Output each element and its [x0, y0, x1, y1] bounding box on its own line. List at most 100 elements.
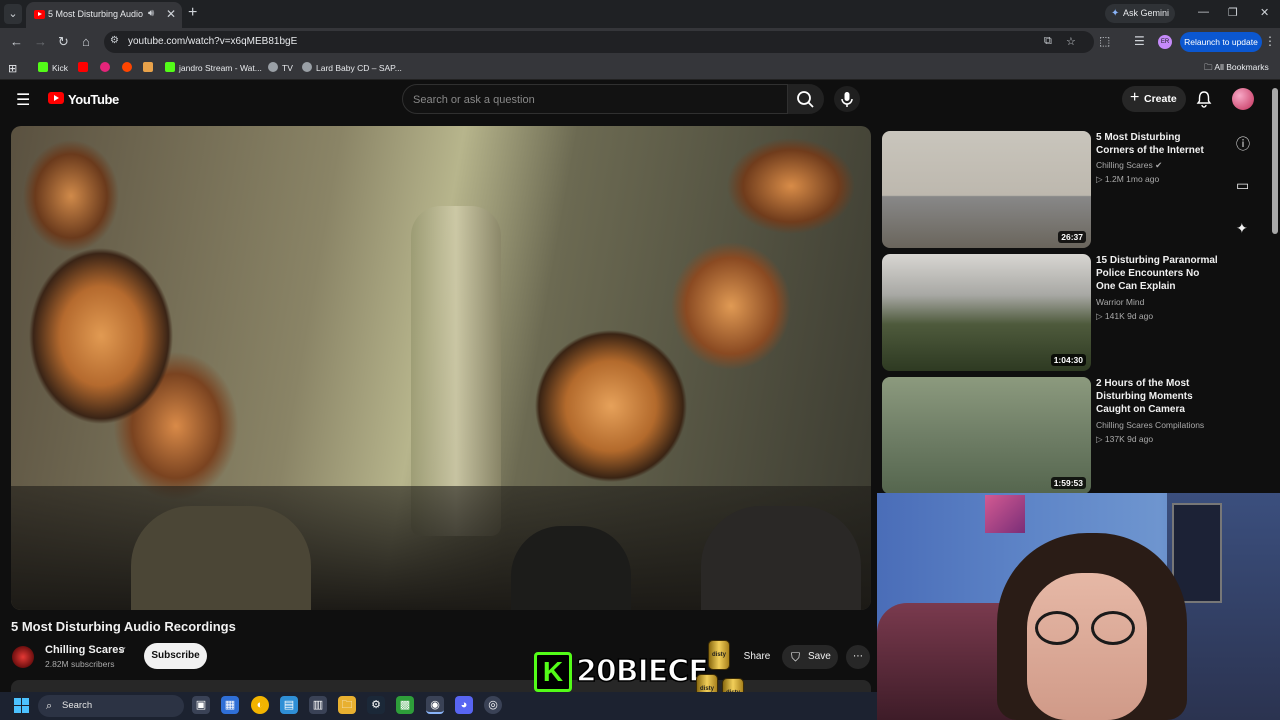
- kick-username: 20BIECE: [575, 653, 709, 690]
- play-icon: ▷: [1096, 434, 1105, 444]
- window-close-icon[interactable]: ✕: [1260, 6, 1269, 19]
- video-duration: 26:37: [1058, 231, 1086, 243]
- obs-icon[interactable]: ◎: [484, 696, 502, 714]
- recommendation-title[interactable]: 5 Most Disturbing Corners of the Interne…: [1096, 131, 1220, 157]
- profile-avatar[interactable]: ER: [1158, 35, 1172, 49]
- chat-icon[interactable]: ▭: [1236, 177, 1249, 194]
- recommendation-card[interactable]: 26:37 5 Most Disturbing Corners of the I…: [882, 131, 1222, 249]
- calculator-icon[interactable]: ▥: [309, 696, 327, 714]
- address-bar[interactable]: ⚙ youtube.com/watch?v=x6qMEB81bgE ⧉ ☆: [104, 31, 1094, 53]
- speaker-icon[interactable]: 🔊︎: [148, 8, 154, 19]
- ask-gemini-label: Ask Gemini: [1123, 8, 1170, 18]
- steam-icon[interactable]: ⚙: [367, 696, 385, 714]
- bookmark-site[interactable]: [143, 62, 157, 73]
- extensions-icon[interactable]: ⬚: [1099, 34, 1110, 48]
- folder-icon: 🗀︎: [1204, 62, 1215, 72]
- video-duration: 1:04:30: [1050, 354, 1086, 366]
- home-icon[interactable]: ⌂: [82, 34, 90, 49]
- video-frame-person: [131, 506, 311, 610]
- minimize-icon[interactable]: —: [1198, 6, 1209, 18]
- subscribe-button[interactable]: Subscribe: [144, 643, 207, 669]
- video-thumbnail[interactable]: 1:59:53: [882, 377, 1091, 494]
- windows-start-icon[interactable]: [14, 698, 29, 713]
- task-view-icon[interactable]: ▣: [192, 696, 210, 714]
- recommendation-title[interactable]: 15 Disturbing Paranormal Police Encounte…: [1096, 254, 1220, 293]
- media-controls-icon[interactable]: ☰: [1134, 34, 1145, 48]
- file-explorer-icon[interactable]: 🗀︎: [338, 696, 356, 714]
- info-icon[interactable]: ⓘ: [1236, 134, 1250, 154]
- channel-avatar[interactable]: [12, 646, 34, 668]
- recommendation-card[interactable]: 1:04:30 15 Disturbing Paranormal Police …: [882, 254, 1222, 372]
- search-icon: ⌕: [46, 700, 53, 712]
- more-actions-icon[interactable]: ⋯: [846, 645, 870, 669]
- minecraft-icon[interactable]: ▩: [396, 696, 414, 714]
- recommendation-channel[interactable]: Warrior Mind: [1096, 297, 1144, 307]
- reload-icon[interactable]: ↻: [58, 34, 69, 50]
- active-tab[interactable]: 5 Most Disturbing Audio Re 🔊︎ ✕: [26, 2, 182, 28]
- save-button[interactable]: ⛉ Save: [782, 645, 838, 669]
- globe-icon: [302, 62, 312, 72]
- video-thumbnail[interactable]: 1:04:30: [882, 254, 1091, 371]
- webcam-streamer-face: [1027, 573, 1147, 720]
- voice-search-button[interactable]: [834, 86, 860, 112]
- reddit-icon: [122, 62, 132, 72]
- bookmark-label: jandro Stream - Wat...: [179, 63, 262, 73]
- channel-label: Chilling Scares: [1096, 160, 1153, 170]
- chrome-icon[interactable]: ◉: [426, 696, 444, 714]
- create-button[interactable]: + Create: [1122, 86, 1186, 112]
- bookmark-tv[interactable]: TV: [268, 62, 293, 73]
- all-bookmarks[interactable]: 🗀︎ All Bookmarks: [1204, 62, 1269, 76]
- widgets-icon[interactable]: ▦: [221, 696, 239, 714]
- sparkle-icon[interactable]: ✦: [1236, 220, 1248, 237]
- recommendation-channel[interactable]: Chilling Scares ✔: [1096, 160, 1162, 171]
- discord-icon[interactable]: ◕: [455, 696, 473, 714]
- bookmark-kick[interactable]: Kick: [38, 62, 68, 73]
- kick-logo-icon: [165, 62, 175, 72]
- video-thumbnail[interactable]: 26:37: [882, 131, 1091, 248]
- ask-gemini-button[interactable]: ✦ Ask Gemini: [1105, 4, 1175, 23]
- pinterest-icon: [100, 62, 110, 72]
- tab-close-icon[interactable]: ✕: [166, 7, 176, 21]
- recommendation-card[interactable]: 1:59:53 2 Hours of the Most Disturbing M…: [882, 377, 1222, 495]
- url-text[interactable]: youtube.com/watch?v=x6qMEB81bgE: [128, 36, 297, 47]
- photos-icon[interactable]: ▤: [280, 696, 298, 714]
- search-input[interactable]: [413, 91, 773, 109]
- notifications-bell-icon[interactable]: [1196, 90, 1212, 111]
- recommendation-meta: ▷ 137K 9d ago: [1096, 434, 1153, 445]
- kick-logo-icon: K: [534, 652, 572, 692]
- forward-arrow-icon[interactable]: →: [34, 34, 47, 49]
- bookmark-reddit[interactable]: [122, 62, 136, 73]
- bookmark-pinterest[interactable]: [100, 62, 114, 73]
- bookmark-star-icon[interactable]: ☆: [1066, 35, 1076, 48]
- recommendation-channel[interactable]: Chilling Scares Compilations: [1096, 420, 1204, 430]
- relaunch-button[interactable]: Relaunch to update: [1180, 32, 1262, 52]
- site-info-icon[interactable]: ⚙: [110, 35, 119, 46]
- chrome-menu-icon[interactable]: ⋮: [1264, 34, 1276, 48]
- tab-search-chevron-down-icon[interactable]: ⌄: [4, 4, 22, 24]
- taskbar-search-label: Search: [62, 700, 93, 711]
- bookmark-youtube[interactable]: [78, 62, 92, 73]
- youtube-favicon-icon: [34, 10, 45, 19]
- video-frame-person: [511, 526, 631, 610]
- back-arrow-icon[interactable]: ←: [10, 34, 23, 49]
- scrollbar[interactable]: [1272, 88, 1278, 234]
- play-icon: ▷: [1096, 174, 1105, 184]
- bookmark-label: Kick: [52, 63, 69, 73]
- video-player[interactable]: [11, 126, 871, 610]
- bookmark-jandro-stream[interactable]: jandro Stream - Wat...: [165, 62, 262, 73]
- channel-name[interactable]: Chilling Scares: [45, 644, 124, 656]
- taskbar-search[interactable]: ⌕ Search: [38, 695, 184, 717]
- recommendation-title[interactable]: 2 Hours of the Most Disturbing Moments C…: [1096, 377, 1220, 416]
- bookmark-lard-baby[interactable]: Lard Baby CD – SAP...: [302, 62, 402, 73]
- install-app-icon[interactable]: ⧉: [1044, 35, 1052, 48]
- user-avatar[interactable]: [1232, 88, 1254, 110]
- apps-grid-icon[interactable]: ⊞: [8, 62, 17, 75]
- edge-icon[interactable]: ◐: [251, 696, 269, 714]
- youtube-wordmark[interactable]: YouTube: [68, 92, 119, 107]
- search-button[interactable]: [788, 84, 824, 114]
- all-bookmarks-label: All Bookmarks: [1214, 62, 1269, 72]
- restore-icon[interactable]: ❐: [1228, 6, 1238, 19]
- youtube-logo-icon[interactable]: [48, 92, 64, 104]
- new-tab-plus-icon[interactable]: +: [188, 4, 197, 22]
- hamburger-menu-icon[interactable]: ☰: [16, 90, 30, 110]
